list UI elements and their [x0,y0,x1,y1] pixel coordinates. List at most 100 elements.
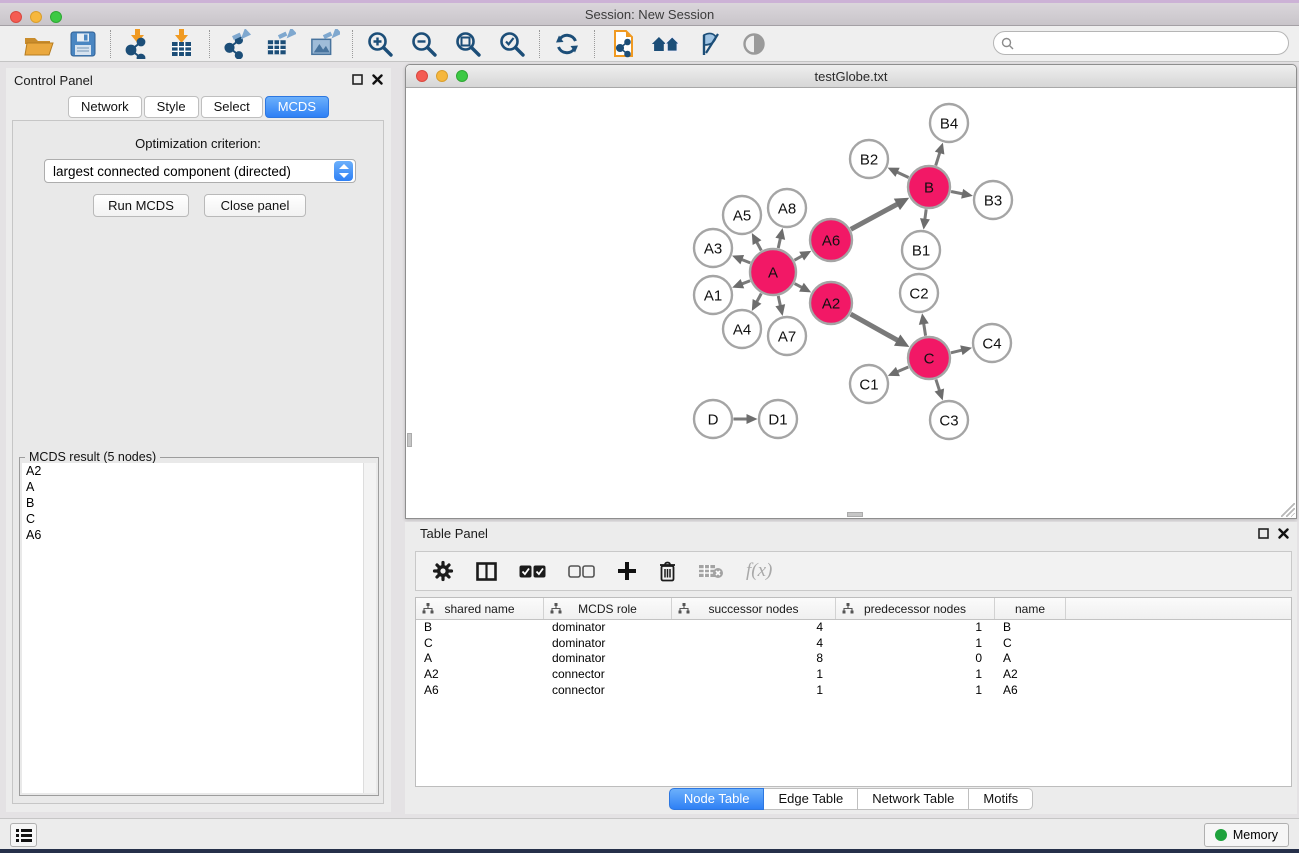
minimize-window-button[interactable] [30,11,42,23]
table-cell[interactable]: dominator [544,620,672,636]
import-network-icon[interactable] [123,30,153,58]
table-cell[interactable]: B [416,620,544,636]
tab-network-table[interactable]: Network Table [858,788,969,810]
tab-node-table[interactable]: Node Table [669,788,765,810]
export-network-icon[interactable] [222,30,252,58]
float-table-panel-icon[interactable] [1258,528,1269,539]
result-item[interactable]: C [22,511,376,527]
run-mcds-button[interactable]: Run MCDS [93,194,189,217]
network-close-button[interactable] [416,70,428,82]
export-table-icon[interactable] [266,30,296,58]
table-cell[interactable]: 4 [672,620,836,636]
tab-style[interactable]: Style [144,96,199,118]
table-cell[interactable]: 4 [672,636,836,652]
graphics-details-icon[interactable] [695,30,725,58]
graph-edge-B-B2[interactable] [896,171,909,177]
table-cell[interactable]: 1 [836,620,995,636]
memory-button[interactable]: Memory [1204,823,1289,847]
table-cell[interactable]: A [416,651,544,667]
table-cell[interactable]: dominator [544,636,672,652]
table-cell[interactable]: A2 [995,667,1066,683]
function-icon[interactable]: f(x) [746,560,772,582]
add-column-icon[interactable] [617,561,637,581]
network-horizontal-scrollbar[interactable] [847,512,863,517]
criterion-select[interactable]: largest connected component (directed) [44,159,356,183]
table-cell[interactable]: A2 [416,667,544,683]
network-minimize-button[interactable] [436,70,448,82]
settings-icon[interactable] [432,560,454,582]
open-session-icon[interactable] [24,30,54,58]
import-table-icon[interactable] [167,30,197,58]
zoom-in-icon[interactable] [365,30,395,58]
table-cell[interactable]: 1 [836,667,995,683]
graph-edge-C-C1[interactable] [896,367,908,372]
table-cell[interactable]: 1 [672,667,836,683]
new-network-icon[interactable] [607,30,637,58]
column-header-successor-nodes[interactable]: successor nodes [672,598,836,619]
table-cell[interactable]: 8 [672,651,836,667]
zoom-fit-icon[interactable] [453,30,483,58]
result-item[interactable]: A [22,479,376,495]
network-zoom-button[interactable] [456,70,468,82]
network-window-titlebar[interactable]: testGlobe.txt [406,65,1296,88]
network-canvas[interactable]: AA1A2A3A4A5A6A7A8BB1B2B3B4CC1C2C3C4DD1 [407,89,1296,518]
table-row[interactable]: Cdominator41C [416,636,1291,652]
table-row[interactable]: Adominator80A [416,651,1291,667]
tab-edge-table[interactable]: Edge Table [764,788,858,810]
mcds-result-list[interactable]: A2ABCA6 [22,463,376,793]
delete-icon[interactable] [659,561,676,582]
table-cell[interactable]: connector [544,667,672,683]
table-cell[interactable]: B [995,620,1066,636]
result-scrollbar[interactable] [363,463,376,793]
network-vertical-scrollbar[interactable] [407,433,412,447]
select-all-icon[interactable] [519,565,546,578]
float-panel-icon[interactable] [352,74,363,85]
table-row[interactable]: A2connector11A2 [416,667,1291,683]
zoom-out-icon[interactable] [409,30,439,58]
refresh-icon[interactable] [552,30,582,58]
show-hide-icon[interactable] [739,30,769,58]
deselect-all-icon[interactable] [568,565,595,578]
column-header-shared-name[interactable]: shared name [416,598,544,619]
zoom-window-button[interactable] [50,11,62,23]
close-table-panel-icon[interactable] [1278,528,1289,539]
graph-edge-C-C2[interactable] [923,322,925,336]
split-view-icon[interactable] [476,562,497,581]
close-panel-button[interactable]: Close panel [204,194,306,217]
result-item[interactable]: A6 [22,527,376,543]
task-history-button[interactable] [10,823,37,847]
tab-motifs[interactable]: Motifs [969,788,1033,810]
save-session-icon[interactable] [68,30,98,58]
column-header-name[interactable]: name [995,598,1066,619]
table-cell[interactable]: C [416,636,544,652]
table-cell[interactable]: 1 [672,683,836,699]
table-cell[interactable]: A6 [416,683,544,699]
search-input[interactable] [993,31,1289,55]
table-cell[interactable]: 1 [836,683,995,699]
window-resize-grip[interactable] [1281,503,1295,517]
graph-edge-A2-C[interactable] [851,314,899,341]
table-cell[interactable]: A [995,651,1066,667]
table-cell[interactable]: C [995,636,1066,652]
table-row[interactable]: Bdominator41B [416,620,1291,636]
table-cell[interactable]: dominator [544,651,672,667]
select-stepper-icon[interactable] [334,161,353,181]
result-item[interactable]: A2 [22,463,376,479]
export-image-icon[interactable] [310,30,340,58]
home-icon[interactable] [651,30,681,58]
table-row[interactable]: A6connector11A6 [416,683,1291,699]
zoom-selected-icon[interactable] [497,30,527,58]
table-cell[interactable]: A6 [995,683,1066,699]
table-cell[interactable]: 0 [836,651,995,667]
graph-edge-B-B4[interactable] [936,151,940,165]
tab-network[interactable]: Network [68,96,142,118]
network-graph[interactable]: AA1A2A3A4A5A6A7A8BB1B2B3B4CC1C2C3C4DD1 [407,89,1296,518]
close-window-button[interactable] [10,11,22,23]
table-header-row[interactable]: shared nameMCDS rolesuccessor nodesprede… [416,598,1291,620]
delete-table-icon[interactable] [698,563,724,579]
tab-select[interactable]: Select [201,96,263,118]
result-item[interactable]: B [22,495,376,511]
search-field[interactable] [1018,34,1288,52]
column-header-predecessor-nodes[interactable]: predecessor nodes [836,598,995,619]
tab-mcds[interactable]: MCDS [265,96,329,118]
